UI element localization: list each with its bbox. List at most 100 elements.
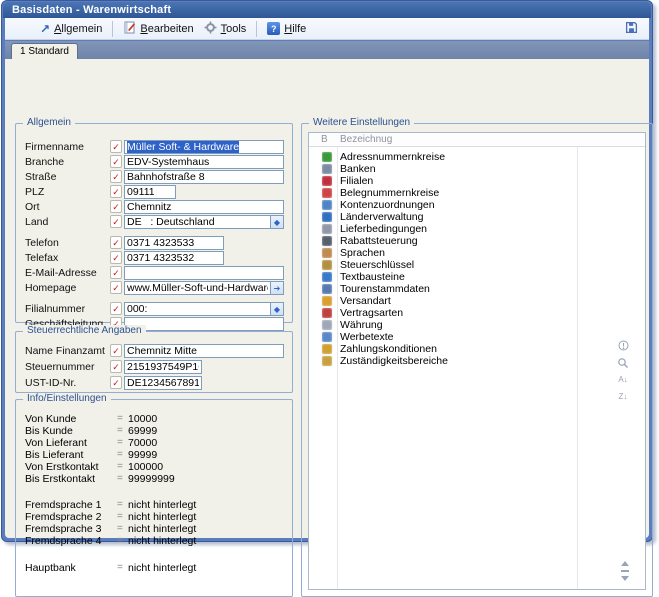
checked-icon[interactable]: ✓ [110, 170, 122, 183]
equals-sign: = [117, 425, 123, 436]
list-item[interactable]: Belegnummernkreise [309, 187, 569, 199]
field-filialnummer: Filialnummer ✓ ◆ [16, 302, 292, 316]
homepage-input[interactable] [124, 281, 271, 295]
filter-icon[interactable] [617, 339, 630, 352]
scroll-drag-icon[interactable] [621, 570, 629, 572]
shipping-method-icon [322, 296, 332, 306]
list-item[interactable]: Lieferbedingungen [309, 223, 569, 235]
group-title: Steuerrechtliche Angaben [23, 325, 146, 336]
field-label: E-Mail-Adresse [25, 267, 97, 279]
go-arrow-icon: ➔ [274, 284, 281, 293]
checked-icon[interactable]: ✓ [110, 281, 122, 294]
list-item[interactable]: Tourenstammdaten [309, 283, 569, 295]
menu-bearbeiten[interactable]: Bearbeiten [118, 20, 198, 38]
list-item[interactable]: Kontenzuordnungen [309, 199, 569, 211]
column-header-bezeichnung[interactable]: Bezeichnug [340, 134, 392, 145]
strasse-input[interactable] [124, 170, 284, 184]
field-label: Homepage [25, 282, 76, 294]
ort-input[interactable] [124, 200, 284, 214]
list-item[interactable]: Textbausteine [309, 271, 569, 283]
title-bar[interactable]: Basisdaten - Warenwirtschaft [3, 2, 651, 18]
tax-key-icon [322, 260, 332, 270]
homepage-go-button[interactable]: ➔ [271, 281, 284, 295]
group-title: Info/Einstellungen [23, 393, 111, 404]
list-item[interactable]: Sprachen [309, 247, 569, 259]
column-divider [577, 133, 578, 589]
plz-input[interactable] [124, 185, 176, 199]
land-dropdown-button[interactable]: ◆ [271, 215, 284, 229]
menu-allgemein[interactable]: ↗ Allgemein [35, 20, 107, 38]
list-item[interactable]: Filialen [309, 175, 569, 187]
arrow-up-right-icon: ↗ [40, 23, 50, 35]
field-steuernummer: Steuernummer ✓ [16, 360, 292, 374]
list-header[interactable]: B Bezeichnug [309, 133, 645, 147]
list-item[interactable]: Länderverwaltung [309, 211, 569, 223]
telefon-input[interactable] [124, 236, 224, 250]
list-item[interactable]: Werbetexte [309, 331, 569, 343]
firmenname-input[interactable]: Müller Soft- & Hardware [124, 140, 284, 154]
tab-strip: 1 Standard [5, 41, 649, 59]
selected-text: Müller Soft- & Hardware [127, 141, 239, 153]
save-button[interactable] [620, 20, 643, 38]
list-item[interactable]: Zuständigkeitsbereiche [309, 355, 569, 367]
list-item[interactable]: Versandart [309, 295, 569, 307]
address-number-ranges-icon [322, 152, 332, 162]
list-item[interactable]: Währung [309, 319, 569, 331]
field-label: Firmenname [25, 141, 84, 153]
scroll-up-icon[interactable] [621, 561, 629, 566]
ustid-input[interactable] [124, 376, 202, 390]
branche-input[interactable] [124, 155, 284, 169]
checked-icon[interactable]: ✓ [110, 344, 122, 357]
sort-descending-icon[interactable]: Z↓ [617, 390, 630, 403]
checked-icon[interactable]: ✓ [110, 236, 122, 249]
tab-standard[interactable]: 1 Standard [11, 43, 78, 59]
list-item[interactable]: Zahlungskonditionen [309, 343, 569, 355]
telefax-input[interactable] [124, 251, 224, 265]
menu-tools[interactable]: Tools [199, 20, 252, 38]
info-row: Von Lieferant=70000 [16, 437, 292, 449]
checked-icon[interactable]: ✓ [110, 360, 122, 373]
menu-label-tools: Tools [221, 23, 247, 35]
checked-icon[interactable]: ✓ [110, 302, 122, 315]
currency-coin-icon [322, 320, 332, 330]
filialnummer-input[interactable] [124, 302, 271, 316]
scroll-down-icon[interactable] [621, 576, 629, 581]
equals-sign: = [117, 473, 123, 484]
checked-icon[interactable]: ✓ [110, 185, 122, 198]
steuernummer-input[interactable] [124, 360, 202, 374]
column-header-b[interactable]: B [321, 134, 328, 145]
list-item[interactable]: Vertragsarten [309, 307, 569, 319]
email-input[interactable] [124, 266, 284, 280]
toolbar-separator [112, 21, 113, 37]
list-item[interactable]: Adressnummernkreise [309, 151, 569, 163]
list-item[interactable]: Banken [309, 163, 569, 175]
equals-sign: = [117, 461, 123, 472]
menu-label-bearbeiten: Bearbeiten [140, 23, 193, 35]
list-item[interactable]: Steuerschlüssel [309, 259, 569, 271]
checked-icon[interactable]: ✓ [110, 155, 122, 168]
field-branche: Branche ✓ [16, 155, 292, 169]
menu-label-hilfe: Hilfe [284, 23, 306, 35]
menu-hilfe[interactable]: ? Hilfe [262, 20, 311, 38]
info-row: Fremdsprache 4=nicht hinterlegt [16, 535, 292, 547]
checked-icon[interactable]: ✓ [110, 266, 122, 279]
field-ort: Ort ✓ [16, 200, 292, 214]
list-item[interactable]: Rabattsteuerung [309, 235, 569, 247]
checked-icon[interactable]: ✓ [110, 140, 122, 153]
checked-icon[interactable]: ✓ [110, 251, 122, 264]
equals-sign: = [117, 437, 123, 448]
geschaeftsleitung-input[interactable] [124, 317, 284, 331]
checked-icon[interactable]: ✓ [110, 200, 122, 213]
search-icon[interactable] [617, 356, 630, 369]
filialnummer-dropdown-button[interactable]: ◆ [271, 302, 284, 316]
checked-icon[interactable]: ✓ [110, 215, 122, 228]
finanzamt-input[interactable] [124, 344, 284, 358]
field-label: Filialnummer [25, 303, 85, 315]
toolbar-separator [256, 21, 257, 37]
save-icon [625, 21, 638, 37]
sort-ascending-icon[interactable]: A↓ [617, 373, 630, 386]
diamond-icon: ◆ [274, 218, 280, 227]
field-ustid: UST-ID-Nr. ✓ [16, 376, 292, 390]
checked-icon[interactable]: ✓ [110, 376, 122, 389]
land-input[interactable] [124, 215, 271, 229]
